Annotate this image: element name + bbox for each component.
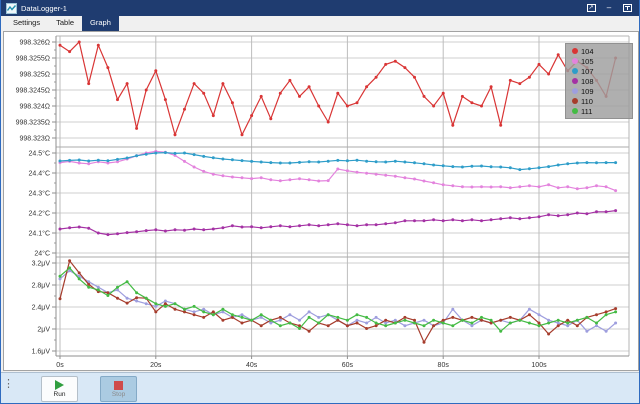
window-title: DataLogger-1: [21, 4, 580, 13]
datalogger-window: 998.326Ω 998.3255Ω 998.325Ω 998.3245Ω 998.32…: [0, 0, 640, 404]
svg-text:24.5°C: 24.5°C: [29, 150, 50, 158]
svg-text:3.2μV: 3.2μV: [32, 261, 51, 268]
svg-text:20s: 20s: [150, 362, 162, 369]
series-dot-icon: [572, 98, 578, 104]
bottom-toolbar: ⋮ Run Stop 50 of 50: [1, 372, 639, 403]
legend-item: 111: [572, 106, 629, 116]
svg-text:24°C: 24°C: [34, 250, 50, 258]
svg-text:40s: 40s: [246, 362, 258, 369]
run-button[interactable]: Run: [41, 376, 78, 402]
series-dot-icon: [572, 48, 578, 54]
svg-text:100s: 100s: [531, 362, 547, 369]
svg-text:2.4μV: 2.4μV: [32, 305, 51, 312]
svg-text:80s: 80s: [438, 362, 450, 369]
svg-text:998.325Ω: 998.325Ω: [19, 72, 50, 79]
svg-text:998.323Ω: 998.323Ω: [19, 136, 50, 143]
svg-text:24.4°C: 24.4°C: [29, 170, 50, 178]
chart-plot: 998.326Ω 998.3255Ω 998.325Ω 998.3245Ω 998.32…: [1, 0, 640, 372]
legend-item: 109: [572, 86, 629, 96]
popout-icon: ↗: [587, 4, 596, 12]
svg-text:60s: 60s: [342, 362, 354, 369]
series-dot-icon: [572, 88, 578, 94]
play-icon: [55, 380, 64, 390]
svg-text:998.3255Ω: 998.3255Ω: [16, 56, 50, 63]
tab-bar: Settings Table Graph: [1, 16, 639, 31]
popout-button[interactable]: ↗: [584, 3, 598, 14]
svg-text:998.3235Ω: 998.3235Ω: [16, 120, 50, 127]
legend-item: 104: [572, 46, 629, 56]
maximize-icon: [623, 4, 632, 12]
svg-text:24.3°C: 24.3°C: [29, 190, 50, 198]
tab-settings[interactable]: Settings: [5, 16, 48, 31]
app-icon: [6, 3, 17, 14]
legend-item: 110: [572, 96, 629, 106]
svg-text:0s: 0s: [56, 362, 64, 369]
series-dot-icon: [572, 68, 578, 74]
minimize-button[interactable]: –: [602, 3, 616, 14]
svg-text:2μV: 2μV: [37, 327, 50, 334]
chart-legend: 104 105 107 108 109 110 111: [565, 43, 633, 119]
svg-text:24.1°C: 24.1°C: [29, 230, 50, 238]
series-dot-icon: [572, 108, 578, 114]
svg-text:998.326Ω: 998.326Ω: [19, 40, 50, 47]
tab-table[interactable]: Table: [48, 16, 82, 31]
toolbar-grip-handle[interactable]: ⋮: [3, 379, 13, 390]
maximize-button[interactable]: [620, 3, 634, 14]
legend-item: 105: [572, 56, 629, 66]
tab-graph[interactable]: Graph: [82, 16, 119, 31]
minimize-icon: –: [607, 4, 611, 12]
stop-button[interactable]: Stop: [100, 376, 137, 402]
svg-text:2.8μV: 2.8μV: [32, 283, 51, 290]
stop-icon: [114, 381, 123, 390]
legend-item: 107: [572, 66, 629, 76]
title-bar: DataLogger-1 ↗ –: [1, 0, 639, 16]
series-dot-icon: [572, 78, 578, 84]
legend-item: 108: [572, 76, 629, 86]
svg-text:998.324Ω: 998.324Ω: [19, 104, 50, 111]
svg-text:24.2°C: 24.2°C: [29, 210, 50, 218]
svg-text:1.6μV: 1.6μV: [32, 349, 51, 356]
series-dot-icon: [572, 58, 578, 64]
svg-text:998.3245Ω: 998.3245Ω: [16, 88, 50, 95]
